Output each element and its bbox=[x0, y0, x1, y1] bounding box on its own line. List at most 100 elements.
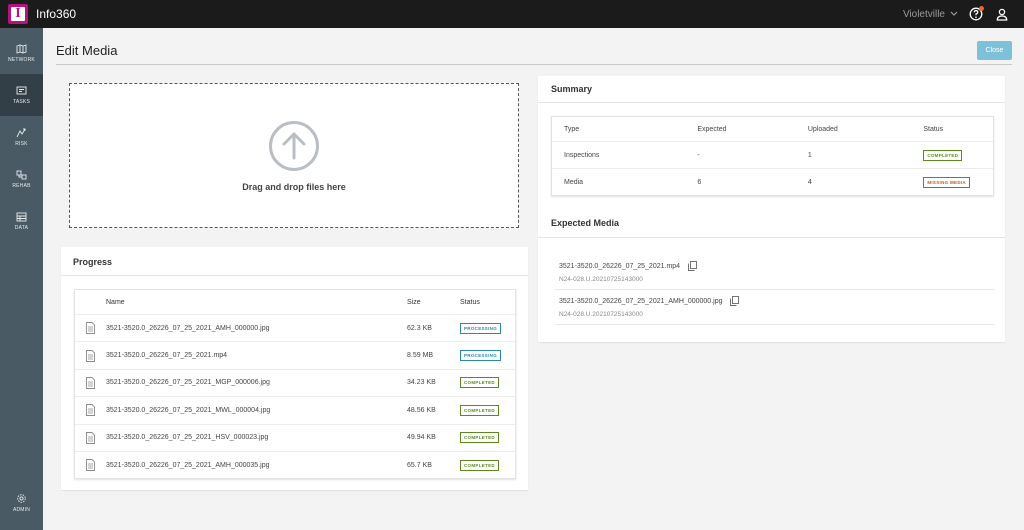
column-header-expected: Expected bbox=[697, 125, 727, 133]
gear-icon bbox=[17, 494, 26, 503]
top-bar: I Info360 Violetville bbox=[0, 0, 1024, 28]
status-badge: COMPLETED bbox=[460, 459, 499, 471]
sidebar-item-risk[interactable]: RISK bbox=[0, 116, 43, 158]
header-divider bbox=[56, 64, 1012, 65]
file-name: 3521-3520.0_26226_07_25_2021_MWL_000004.… bbox=[106, 406, 271, 414]
rehab-icon bbox=[16, 170, 27, 179]
status-badge: COMPLETED bbox=[923, 149, 963, 161]
sidebar: NETWORK TASKS RISK REHAB DATA ADMIN bbox=[0, 28, 43, 530]
status-badge: MISSING MEDIA bbox=[923, 176, 970, 188]
summary-expected: - bbox=[697, 151, 700, 159]
table-row: Inspections - 1 COMPLETED bbox=[552, 141, 993, 168]
top-right-controls: Violetville bbox=[903, 0, 1010, 28]
close-button[interactable]: Close bbox=[977, 41, 1012, 60]
organization-selector[interactable]: Violetville bbox=[903, 9, 958, 20]
file-size: 34.23 KB bbox=[407, 379, 436, 387]
page-title: Edit Media bbox=[56, 43, 118, 58]
file-dropzone[interactable]: Drag and drop files here bbox=[69, 83, 519, 228]
status-badge: PROCESSING bbox=[460, 322, 502, 334]
file-name: 3521-3520.0_26226_07_25_2021_MGP_000006.… bbox=[106, 379, 270, 387]
table-row: 3521-3520.0_26226_07_25_2021.mp4 8.59 MB P… bbox=[75, 341, 515, 368]
file-size: 49.94 KB bbox=[407, 434, 436, 442]
expected-media-title: Expected Media bbox=[551, 218, 620, 228]
app-title: Info360 bbox=[36, 7, 77, 21]
expected-media-id: N24-028.U.20210725143000 bbox=[559, 276, 643, 283]
file-name: 3521-3520.0_26226_07_25_2021_AMH_000035.… bbox=[106, 461, 270, 469]
summary-title: Summary bbox=[551, 84, 593, 94]
user-icon[interactable] bbox=[994, 6, 1010, 22]
expected-media-id: N24-028.U.20210725143000 bbox=[559, 311, 643, 318]
sidebar-item-data[interactable]: DATA bbox=[0, 200, 43, 242]
column-header-size[interactable]: Size bbox=[407, 299, 460, 306]
summary-table-header: Type Expected Uploaded Status bbox=[552, 117, 993, 141]
sidebar-item-label: NETWORK bbox=[8, 56, 35, 63]
sidebar-item-network[interactable]: NETWORK bbox=[0, 32, 43, 74]
data-icon bbox=[16, 212, 27, 221]
expected-media-name: 3521-3520.0_26226_07_25_2021_AMH_000000.… bbox=[559, 297, 723, 305]
file-size: 65.7 KB bbox=[407, 461, 432, 469]
expected-media-divider bbox=[538, 237, 1005, 238]
table-row: 3521-3520.0_26226_07_25_2021_MWL_000004.… bbox=[75, 396, 515, 423]
column-header-status[interactable]: Status bbox=[460, 299, 515, 306]
help-icon[interactable] bbox=[968, 6, 984, 22]
table-row: Media 6 4 MISSING MEDIA bbox=[552, 168, 993, 195]
organization-name: Violetville bbox=[902, 8, 945, 20]
dropzone-label: Drag and drop files here bbox=[242, 181, 346, 192]
summary-table: Type Expected Uploaded Status Inspection… bbox=[551, 116, 994, 196]
copy-icon[interactable] bbox=[688, 261, 698, 271]
info360-logo[interactable]: I bbox=[8, 4, 28, 24]
logo-letter: I bbox=[15, 6, 21, 21]
file-size: 62.3 KB bbox=[407, 324, 432, 332]
status-badge: COMPLETED bbox=[460, 377, 499, 389]
status-badge: PROCESSING bbox=[460, 350, 502, 362]
status-badge: COMPLETED bbox=[460, 432, 499, 444]
progress-table-header: Name Size Status bbox=[75, 290, 515, 314]
chevron-down-icon bbox=[950, 11, 958, 16]
file-icon bbox=[86, 431, 95, 444]
sidebar-item-label: TASKS bbox=[12, 98, 31, 105]
progress-table: Name Size Status 3521-3520.0_26226_07_25… bbox=[74, 289, 516, 480]
summary-divider bbox=[538, 102, 1005, 103]
column-header-name[interactable]: Name bbox=[106, 299, 407, 306]
expected-media-separator bbox=[555, 289, 994, 290]
file-name: 3521-3520.0_26226_07_25_2021_HSV_000023.… bbox=[106, 434, 269, 442]
file-icon bbox=[86, 459, 95, 472]
summary-expected: 6 bbox=[697, 178, 702, 186]
sidebar-item-label: ADMIN bbox=[12, 507, 31, 513]
file-icon bbox=[86, 377, 95, 389]
table-row: 3521-3520.0_26226_07_25_2021_AMH_000035.… bbox=[75, 450, 515, 478]
summary-type: Media bbox=[564, 178, 584, 186]
map-icon bbox=[16, 43, 27, 54]
column-header-type: Type bbox=[564, 125, 580, 133]
risk-icon bbox=[16, 128, 26, 137]
file-name: 3521-3520.0_26226_07_25_2021_AMH_000000.… bbox=[106, 324, 270, 332]
file-name: 3521-3520.0_26226_07_25_2021.mp4 bbox=[106, 352, 228, 360]
table-row: 3521-3520.0_26226_07_25_2021_MGP_000006.… bbox=[75, 368, 515, 396]
progress-divider bbox=[61, 275, 528, 276]
sidebar-item-label: DATA bbox=[14, 224, 29, 231]
expected-media-name: 3521-3520.0_26226_07_25_2021.mp4 bbox=[559, 262, 681, 270]
upload-arrow-icon bbox=[269, 120, 319, 171]
file-size: 48.56 KB bbox=[407, 406, 436, 414]
summary-uploaded: 4 bbox=[807, 178, 812, 186]
summary-type: Inspections bbox=[564, 151, 600, 159]
column-header-uploaded: Uploaded bbox=[807, 125, 838, 133]
file-icon bbox=[86, 404, 95, 417]
tasks-icon bbox=[16, 86, 27, 94]
sidebar-item-admin[interactable]: ADMIN bbox=[0, 482, 43, 524]
sidebar-item-tasks[interactable]: TASKS bbox=[0, 74, 43, 116]
expected-media-item: 3521-3520.0_26226_07_25_2021.mp4 N24-028… bbox=[559, 261, 994, 283]
sidebar-item-rehab[interactable]: REHAB bbox=[0, 158, 43, 200]
progress-title: Progress bbox=[73, 257, 113, 267]
file-size: 8.59 MB bbox=[407, 352, 434, 360]
copy-icon[interactable] bbox=[730, 296, 740, 306]
sidebar-item-label: REHAB bbox=[12, 182, 31, 189]
file-icon bbox=[86, 349, 95, 362]
summary-uploaded: 1 bbox=[807, 151, 812, 159]
file-icon bbox=[86, 322, 95, 335]
table-row: 3521-3520.0_26226_07_25_2021_HSV_000023.… bbox=[75, 423, 515, 451]
table-row: 3521-3520.0_26226_07_25_2021_AMH_000000.… bbox=[75, 314, 515, 341]
expected-media-separator bbox=[555, 324, 994, 325]
column-header-status: Status bbox=[923, 125, 944, 133]
expected-media-item: 3521-3520.0_26226_07_25_2021_AMH_000000.… bbox=[559, 296, 994, 318]
